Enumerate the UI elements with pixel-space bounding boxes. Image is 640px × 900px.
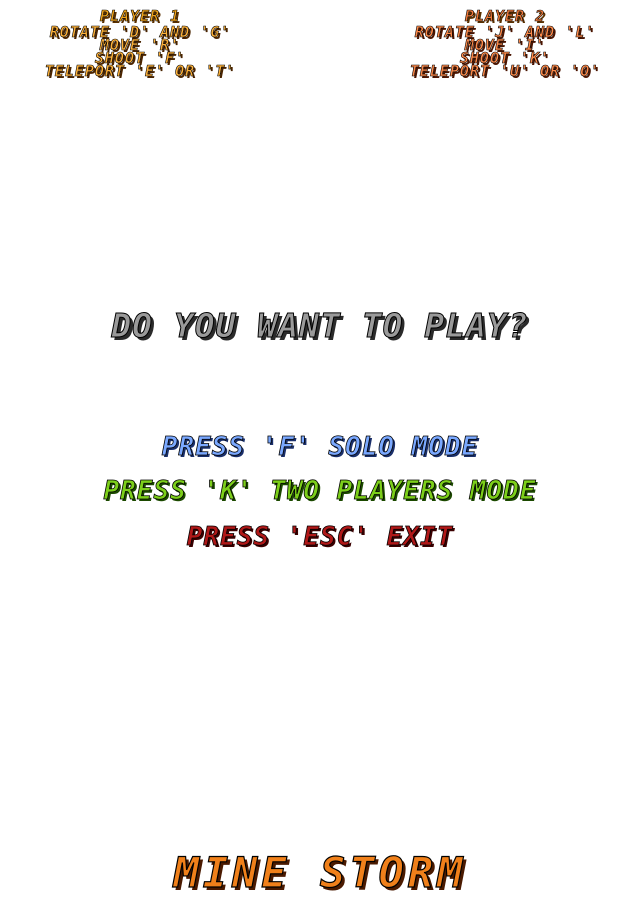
game-title-logo: MINE STORM <box>173 847 467 897</box>
player2-controls: PLAYER 2 ROTATE 'J' AND 'L' MOVE 'I' SHO… <box>355 6 640 80</box>
solo-mode-option[interactable]: PRESS 'F' SOLO MODE <box>0 432 640 463</box>
two-players-mode-option[interactable]: PRESS 'K' TWO PLAYERS MODE <box>0 476 640 507</box>
player1-controls: PLAYER 1 ROTATE 'D' AND 'G' MOVE 'R' SHO… <box>0 6 290 80</box>
exit-option[interactable]: PRESS 'ESC' EXIT <box>0 522 640 553</box>
player1-teleport-keys: TELEPORT 'E' OR 'T' <box>44 62 236 80</box>
player2-teleport-keys: TELEPORT 'U' OR 'O' <box>409 62 601 80</box>
play-prompt: DO YOU WANT TO PLAY? <box>111 306 529 346</box>
